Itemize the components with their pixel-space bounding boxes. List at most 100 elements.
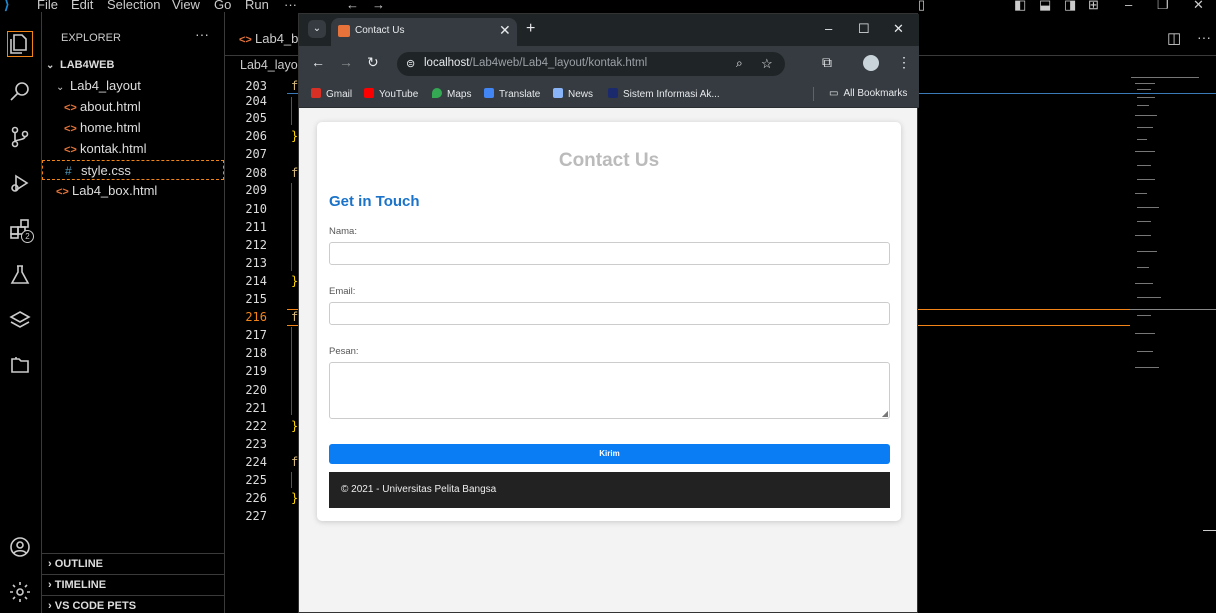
line-number: 223	[245, 437, 267, 451]
explorer-title: EXPLORER	[61, 32, 121, 44]
browser-tab-title: Contact Us	[355, 25, 405, 36]
bookmark-news[interactable]: News	[553, 88, 593, 100]
extensions-icon[interactable]: 2	[7, 216, 34, 243]
source-control-icon[interactable]	[7, 124, 33, 150]
tree-folder-lab4-layout[interactable]: ⌄ Lab4_layout	[56, 76, 141, 96]
extensions-badge: 2	[21, 230, 34, 243]
line-number: 220	[245, 383, 267, 397]
tree-file-about[interactable]: <> about.html	[64, 97, 141, 117]
email-input[interactable]	[329, 302, 890, 325]
line-number: 227	[245, 509, 267, 523]
editor-tab-lab4-box[interactable]: <> Lab4_bo	[239, 31, 306, 46]
line-number: 203	[245, 79, 267, 93]
explorer-more-button[interactable]: ···	[195, 26, 209, 42]
address-bar[interactable]: ⊜ localhost/Lab4web/Lab4_layout/kontak.h…	[397, 52, 785, 76]
kirim-button[interactable]: Kirim	[329, 444, 890, 464]
line-number: 204	[245, 94, 267, 108]
layers-icon[interactable]	[7, 308, 33, 334]
bookmark-sistem-informasi[interactable]: Sistem Informasi Ak...	[608, 88, 720, 100]
settings-gear-icon[interactable]	[7, 579, 33, 605]
tree-file-home[interactable]: <> home.html	[64, 118, 141, 138]
scrollbar-thumb[interactable]	[1203, 530, 1216, 531]
browser-maximize-icon[interactable]: ☐	[858, 21, 870, 37]
explorer-icon[interactable]	[7, 31, 33, 57]
html-file-icon: <>	[56, 186, 69, 198]
bookmark-star-icon[interactable]: ☆	[761, 56, 773, 72]
all-bookmarks-button[interactable]: ▭ All Bookmarks	[829, 88, 907, 99]
indent-guide	[291, 97, 292, 125]
reload-icon[interactable]: ↻	[367, 54, 379, 71]
activity-bar: 2	[0, 12, 42, 613]
bookmark-maps[interactable]: Maps	[432, 88, 471, 100]
extensions-puzzle-icon[interactable]: ⧉	[822, 54, 832, 71]
remote-explorer-icon[interactable]	[7, 352, 33, 378]
explorer-sidebar: EXPLORER ··· ⌄ LAB4WEB ⌄ Lab4_layout <> abo…	[42, 12, 225, 613]
browser-forward-icon[interactable]: →	[339, 54, 353, 70]
xampp-favicon-icon	[338, 25, 350, 37]
current-line-number: 216	[245, 310, 267, 324]
minimap[interactable]	[1131, 75, 1203, 375]
outline-section[interactable]: › OUTLINE	[42, 553, 225, 574]
html-file-icon: <>	[64, 144, 77, 156]
line-number: 221	[245, 401, 267, 415]
browser-menu-icon[interactable]: ⋮	[897, 54, 911, 71]
url-path: /Lab4web/Lab4_layout/kontak.html	[469, 57, 648, 69]
tree-file-lab4-box[interactable]: <> Lab4_box.html	[56, 181, 157, 201]
chevron-right-icon: ›	[48, 558, 52, 570]
browser-back-icon[interactable]: ←	[311, 54, 325, 70]
contact-card: Contact Us Get in Touch Nama: Email: Pes…	[317, 122, 901, 521]
profile-avatar[interactable]	[863, 55, 879, 71]
indent-guide	[291, 472, 292, 488]
line-number: 211	[245, 220, 267, 234]
bookmarks-bar: Gmail YouTube Maps Translate News Sistem…	[299, 80, 919, 108]
bookmarks-divider	[813, 87, 814, 101]
split-editor-icon[interactable]: ◫	[1167, 29, 1181, 47]
browser-tab-bar: ⌄ Contact Us ✕ + – ☐ ✕	[299, 14, 919, 46]
new-tab-button[interactable]: +	[526, 20, 535, 38]
search-icon[interactable]	[7, 78, 33, 104]
bookmark-translate[interactable]: Translate	[484, 88, 540, 100]
vscode-title-bar: ⟩ File Edit Selection View Go Run ··· ← …	[0, 0, 1216, 12]
line-number: 207	[245, 147, 267, 161]
folder-icon: ▭	[829, 88, 839, 99]
tree-file-style-css[interactable]: # style.css	[42, 160, 224, 180]
browser-close-icon[interactable]: ✕	[893, 21, 904, 37]
bookmark-gmail[interactable]: Gmail	[311, 88, 352, 100]
chevron-right-icon: ›	[48, 579, 52, 591]
bookmark-youtube[interactable]: YouTube	[364, 88, 418, 100]
vscode-pets-section[interactable]: › VS CODE PETS	[42, 595, 225, 613]
tab-search-chevron-icon[interactable]: ⌄	[308, 20, 326, 38]
site-info-icon[interactable]: ⊜	[406, 57, 415, 70]
close-tab-icon[interactable]: ✕	[499, 22, 511, 39]
pesan-textarea[interactable]: ◢	[329, 362, 890, 419]
timeline-section[interactable]: › TIMELINE	[42, 574, 225, 595]
line-number: 206	[245, 129, 267, 143]
page-footer: © 2021 - Universitas Pelita Bangsa	[329, 472, 890, 508]
nama-label: Nama:	[329, 226, 357, 237]
tree-root-lab4web[interactable]: ⌄ LAB4WEB	[46, 55, 114, 75]
youtube-icon	[364, 88, 374, 98]
editor-more-icon[interactable]: ···	[1197, 29, 1211, 45]
page-title: Contact Us	[558, 150, 660, 171]
html-file-icon: <>	[239, 34, 252, 46]
line-number: 208	[245, 166, 267, 180]
resize-handle-icon[interactable]: ◢	[882, 409, 888, 418]
browser-tab-contact-us[interactable]: Contact Us ✕	[331, 18, 517, 46]
run-debug-icon[interactable]	[7, 170, 33, 196]
line-number: 225	[245, 473, 267, 487]
url-host: localhost	[424, 57, 470, 69]
zoom-icon[interactable]: ⌕	[736, 56, 743, 71]
email-label: Email:	[329, 286, 356, 297]
line-number: 219	[245, 364, 267, 378]
browser-minimize-icon[interactable]: –	[825, 21, 832, 36]
css-file-icon: #	[65, 164, 72, 178]
breadcrumb[interactable]: Lab4_layou	[240, 58, 305, 72]
nama-input[interactable]	[329, 242, 890, 265]
testing-flask-icon[interactable]	[7, 262, 33, 288]
line-number: 217	[245, 328, 267, 342]
line-number: 218	[245, 346, 267, 360]
pesan-label: Pesan:	[329, 346, 359, 357]
tree-file-kontak[interactable]: <> kontak.html	[64, 139, 146, 159]
browser-window: ⌄ Contact Us ✕ + – ☐ ✕ ← → ↻ ⊜ localhost…	[298, 13, 919, 613]
account-icon[interactable]	[7, 534, 33, 560]
